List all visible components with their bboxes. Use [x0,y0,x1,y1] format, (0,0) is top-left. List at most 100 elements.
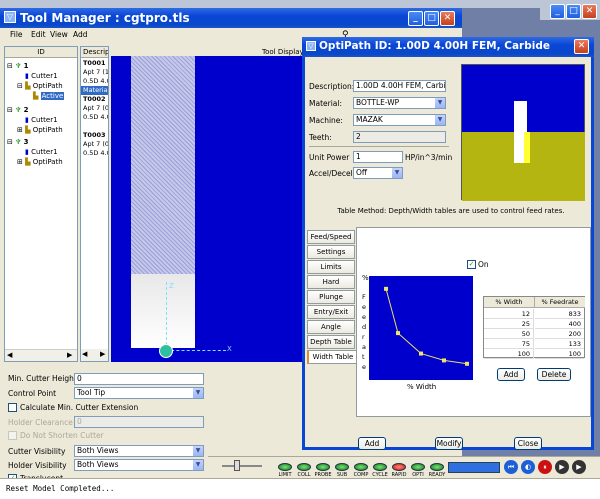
status-light-probe[interactable] [316,463,330,471]
chevron-down-icon[interactable]: ▼ [435,98,445,108]
status-light-cycle[interactable] [373,463,387,471]
step-icon[interactable]: ◐ [521,460,535,474]
tab-width-table[interactable]: Width Table [307,350,357,364]
description-row[interactable]: Materials [81,86,108,95]
tree-item-cutter[interactable]: Cutter1 [31,116,57,124]
description-row[interactable]: Apt 7 (0.5 [81,104,108,113]
chevron-down-icon[interactable]: ▼ [193,388,203,398]
tree-group-1[interactable]: ⊟ ♆ 1 ▮ Cutter1 ⊟ ▙ OptiPath ▙ Active [7,61,77,101]
control-point-select[interactable]: Tool Tip ▼ [74,387,204,399]
slider-thumb[interactable] [234,460,240,471]
menu-view[interactable]: View [50,30,68,39]
status-light-limit[interactable] [278,463,292,471]
description-row[interactable]: 0.5D 4.0 [81,113,108,122]
machine-select[interactable]: MAZAK ▼ [353,114,446,126]
tree-item-optipath[interactable]: OptiPath [33,82,63,90]
menu-edit[interactable]: Edit [31,30,46,39]
status-light-opti[interactable] [411,463,425,471]
feedrate-cell[interactable]: 133 [535,339,584,349]
description-row[interactable]: 0.5D 4.0 [81,149,108,158]
table-header-feedrate[interactable]: % Feedrate [535,297,585,308]
desc-scrollbar[interactable]: ◀ ▶ [81,349,108,361]
status-light-sub[interactable] [335,463,349,471]
tool-display-viewport[interactable]: Z X [111,56,307,362]
tab-angle[interactable]: Angle [307,320,355,334]
scroll-left-icon[interactable]: ◀ [7,351,12,359]
tree-group-3[interactable]: ⊟ ♆ 3 ▮ Cutter1 ⊞ ▙ OptiPath [7,137,77,167]
play-icon[interactable]: ▶ [555,460,569,474]
holder-visibility-select[interactable]: Both Views ▼ [74,459,204,471]
feedrate-cell[interactable]: 400 [535,319,584,329]
description-field[interactable]: 1.00D 4.00H FEM, Carbide [353,80,446,92]
on-checkbox[interactable]: ✓ [467,260,476,269]
description-row[interactable]: T0003 [81,131,108,140]
scroll-right-icon[interactable]: ▶ [67,351,72,359]
bg-close-button[interactable]: ✕ [582,4,597,19]
unit-power-field[interactable]: 1 [353,151,403,163]
tab-feed-speed[interactable]: Feed/Speed [307,230,355,244]
tab-entry-exit[interactable]: Entry/Exit [307,305,355,319]
description-row[interactable]: 0.5D 4.0 [81,77,108,86]
description-row[interactable]: Apt 7 (1.0 [81,68,108,77]
feedrate-cell[interactable]: 200 [535,329,584,339]
status-light-coll[interactable] [297,463,311,471]
tree-item-optipath[interactable]: OptiPath [33,158,63,166]
stop-icon[interactable]: ⏸ [538,460,552,474]
width-cell[interactable]: 12 [484,309,534,319]
description-row[interactable]: Apt 7 (0.5 [81,140,108,149]
cutter-visibility-select[interactable]: Both Views ▼ [74,445,204,457]
description-row[interactable]: T0001 [81,59,108,68]
scroll-left-icon[interactable]: ◀ [82,350,87,358]
tab-plunge[interactable]: Plunge [307,290,355,304]
add-button[interactable]: Add [358,437,386,450]
min-cutter-height-field[interactable]: 0 [74,373,204,385]
table-add-button[interactable]: Add [497,368,525,381]
width-cell[interactable]: 25 [484,319,534,329]
tree-item-optipath[interactable]: OptiPath [33,126,63,134]
expand-icon[interactable]: ⊟ [7,62,13,70]
feedrate-cell[interactable]: 833 [535,309,584,319]
width-cell[interactable]: 75 [484,339,534,349]
chevron-down-icon[interactable]: ▼ [193,460,203,470]
status-light-rapid[interactable] [392,463,406,471]
chevron-down-icon[interactable]: ▼ [193,446,203,456]
width-cell[interactable]: 50 [484,329,534,339]
tree-group-2[interactable]: ⊟ ♆ 2 ▮ Cutter1 ⊞ ▙ OptiPath [7,105,77,135]
horizontal-scrollbar[interactable]: ◀ ▶ [5,349,77,361]
bg-maximize-button[interactable]: □ [566,4,581,19]
width-cell[interactable]: 100 [484,349,534,359]
tree-item-cutter[interactable]: Cutter1 [31,72,57,80]
material-select[interactable]: BOTTLE-WP ▼ [353,97,446,109]
chevron-down-icon[interactable]: ▼ [392,168,402,178]
tab-hard-material[interactable]: Hard Material [307,275,355,298]
menu-file[interactable]: File [10,30,23,39]
tab-settings[interactable]: Settings [307,245,355,259]
close-dialog-button[interactable]: Close [514,437,542,450]
tree-item-active[interactable]: Active [40,92,65,100]
rewind-icon[interactable]: ⏮ [504,460,518,474]
calc-ext-checkbox[interactable] [8,403,17,412]
width-table[interactable]: % Width % Feedrate 12 833 25 400 50 200 75 133 1… [483,296,585,359]
dialog-close-button[interactable]: ✕ [574,39,589,54]
minimize-button[interactable]: _ [408,11,423,26]
scroll-right-icon[interactable]: ▶ [100,350,105,358]
fast-forward-icon[interactable]: ▶ [572,460,586,474]
accel-select[interactable]: Off ▼ [353,167,403,179]
description-row[interactable] [81,122,108,131]
bg-minimize-button[interactable]: _ [550,4,565,19]
tab-depth-table[interactable]: Depth Table [307,335,355,349]
table-header-width[interactable]: % Width [484,297,535,308]
tab-limits[interactable]: Limits [307,260,355,274]
maximize-button[interactable]: □ [424,11,439,26]
status-light-ready[interactable] [430,463,444,471]
tree-item-cutter[interactable]: Cutter1 [31,148,57,156]
speed-slider[interactable] [222,465,262,467]
chevron-down-icon[interactable]: ▼ [435,115,445,125]
description-row[interactable]: T0002 [81,95,108,104]
close-button[interactable]: ✕ [440,11,455,26]
menu-add[interactable]: Add [73,30,88,39]
table-delete-button[interactable]: Delete [537,368,571,381]
feedrate-cell[interactable]: 100 [535,349,584,359]
modify-button[interactable]: Modify [435,437,463,450]
status-light-comp[interactable] [354,463,368,471]
